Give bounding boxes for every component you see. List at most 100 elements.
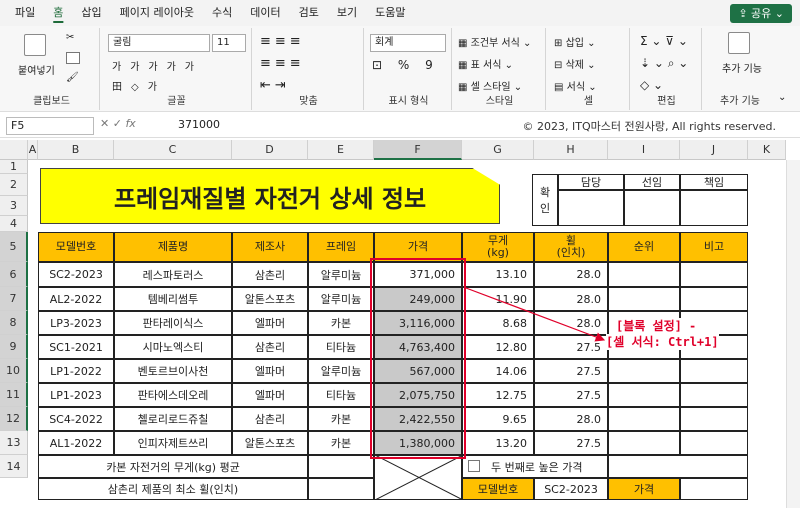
paste-button[interactable]: 붙여넣기 xyxy=(18,62,55,77)
table-cell[interactable]: AL2-2022 xyxy=(38,287,114,311)
table-cell[interactable]: SC2-2023 xyxy=(38,262,114,287)
addins-icon[interactable] xyxy=(728,32,750,54)
column-header-h[interactable]: H xyxy=(534,140,608,160)
table-cell[interactable]: 13.10 xyxy=(462,262,534,287)
column-header-e[interactable]: E xyxy=(308,140,374,160)
table-cell[interactable]: 알루미늄 xyxy=(308,262,374,287)
table-cell[interactable]: 벤토르브이사천 xyxy=(114,359,232,383)
row-header-10[interactable]: 10 xyxy=(0,359,28,383)
column-header-b[interactable]: B xyxy=(38,140,114,160)
table-cell[interactable]: 28.0 xyxy=(534,407,608,431)
row-header-14[interactable]: 14 xyxy=(0,455,28,478)
table-cell[interactable]: 알톤스포츠 xyxy=(232,287,308,311)
tab-help[interactable]: 도움말 xyxy=(366,0,414,26)
row-header-12[interactable]: 12 xyxy=(0,407,28,431)
tab-formulas[interactable]: 수식 xyxy=(203,0,241,26)
column-header-f[interactable]: F xyxy=(374,140,462,160)
table-cell[interactable]: LP3-2023 xyxy=(38,311,114,335)
font-name-select[interactable]: 굴림 xyxy=(108,34,210,52)
row-header-5[interactable]: 5 xyxy=(0,232,28,262)
table-cell[interactable]: 인피자제트쓰리 xyxy=(114,431,232,455)
table-cell[interactable]: 티타늄 xyxy=(308,383,374,407)
font-style-buttons[interactable]: 가가가가가 xyxy=(112,58,203,73)
font-color-buttons[interactable]: 田◇가 xyxy=(112,78,166,93)
table-cell[interactable]: 카본 xyxy=(308,407,374,431)
table-cell[interactable] xyxy=(680,431,748,455)
cell-style-button[interactable]: ▦ 셀 스타일 ⌄ xyxy=(458,78,522,93)
table-cell[interactable] xyxy=(608,262,680,287)
column-header-k[interactable]: K xyxy=(748,140,786,160)
row-header-13[interactable]: 13 xyxy=(0,431,28,455)
table-cell[interactable]: 27.5 xyxy=(534,383,608,407)
table-cell[interactable]: 삼촌리 xyxy=(232,407,308,431)
format-cells-button[interactable]: ▤ 서식 ⌄ xyxy=(554,78,597,93)
table-cell[interactable]: 14.06 xyxy=(462,359,534,383)
table-cell[interactable]: 판타레이식스 xyxy=(114,311,232,335)
approval-sign-2[interactable] xyxy=(680,190,748,226)
copy-icon[interactable] xyxy=(66,52,80,64)
approval-sign-0[interactable] xyxy=(558,190,624,226)
indent-icons[interactable]: ⇤⇥ xyxy=(260,78,290,93)
table-cell[interactable]: 13.20 xyxy=(462,431,534,455)
table-cell[interactable]: 삼촌리 xyxy=(232,262,308,287)
table-cell[interactable]: 371,000 xyxy=(374,262,462,287)
row-header-2[interactable]: 2 xyxy=(0,174,28,196)
column-header-c[interactable]: C xyxy=(114,140,232,160)
table-cell[interactable]: 카본 xyxy=(308,431,374,455)
row-header-11[interactable]: 11 xyxy=(0,383,28,407)
table-cell[interactable] xyxy=(680,407,748,431)
table-cell[interactable]: 2,422,550 xyxy=(374,407,462,431)
name-box[interactable]: F5 xyxy=(6,117,94,135)
column-header-i[interactable]: I xyxy=(608,140,680,160)
table-cell[interactable] xyxy=(608,383,680,407)
insert-cells-button[interactable]: ⊞ 삽입 ⌄ xyxy=(554,34,596,49)
percent-icons[interactable]: ⊡ % 9 xyxy=(372,58,439,72)
table-cell[interactable]: AL1-2022 xyxy=(38,431,114,455)
tab-data[interactable]: 데이터 xyxy=(241,0,289,26)
table-cell[interactable]: 첼로리로드쥬칠 xyxy=(114,407,232,431)
table-cell[interactable]: 알루미늄 xyxy=(308,287,374,311)
table-cell[interactable]: 27.5 xyxy=(534,359,608,383)
price-value[interactable] xyxy=(680,478,748,500)
model-value[interactable]: SC2-2023 xyxy=(534,478,608,500)
row-header-6[interactable]: 6 xyxy=(0,262,28,287)
table-cell[interactable]: 28.0 xyxy=(534,262,608,287)
table-cell[interactable]: 템베리썸투 xyxy=(114,287,232,311)
align-icons-top[interactable]: ≡≡≡ xyxy=(260,34,305,49)
table-cell[interactable] xyxy=(680,359,748,383)
table-cell[interactable] xyxy=(608,407,680,431)
table-cell[interactable]: 27.5 xyxy=(534,431,608,455)
table-cell[interactable] xyxy=(680,383,748,407)
table-cell[interactable]: 알톤스포츠 xyxy=(232,431,308,455)
font-size-select[interactable]: 11 xyxy=(212,34,246,52)
table-cell[interactable]: 27.5 xyxy=(534,335,608,359)
fx-icon[interactable]: ✕ ✓ fx xyxy=(100,117,136,130)
vertical-scrollbar[interactable] xyxy=(786,160,800,508)
table-cell[interactable]: 알루미늄 xyxy=(308,359,374,383)
table-cell[interactable]: 9.65 xyxy=(462,407,534,431)
table-cell[interactable] xyxy=(608,431,680,455)
table-cell[interactable]: 2,075,750 xyxy=(374,383,462,407)
number-format-select[interactable]: 회계 xyxy=(370,34,446,52)
table-cell[interactable] xyxy=(608,359,680,383)
table-cell[interactable]: 판타에스데오레 xyxy=(114,383,232,407)
row-header-8[interactable]: 8 xyxy=(0,311,28,335)
autosum-icon[interactable]: Σ ⌄ ⊽ ⌄ xyxy=(640,34,688,48)
table-cell[interactable]: 28.0 xyxy=(534,311,608,335)
table-cell[interactable]: 12.75 xyxy=(462,383,534,407)
format-painter-icon[interactable]: 🖌 xyxy=(66,72,79,83)
table-cell[interactable] xyxy=(608,287,680,311)
column-header-a[interactable]: A xyxy=(28,140,38,160)
second-price-value[interactable] xyxy=(608,455,748,478)
tab-page-layout[interactable]: 페이지 레이아웃 xyxy=(111,0,203,26)
row-header-3[interactable]: 3 xyxy=(0,196,28,216)
format-table-button[interactable]: ▦ 표 서식 ⌄ xyxy=(458,56,513,71)
table-cell[interactable]: 시마노엑스티 xyxy=(114,335,232,359)
table-cell[interactable]: LP1-2023 xyxy=(38,383,114,407)
select-all-corner[interactable] xyxy=(0,140,28,160)
delete-cells-button[interactable]: ⊟ 삭제 ⌄ xyxy=(554,56,596,71)
share-button[interactable]: ⇪ 공유 ⌄ xyxy=(730,4,792,23)
tab-file[interactable]: 파일 xyxy=(6,0,44,26)
table-cell[interactable]: 1,380,000 xyxy=(374,431,462,455)
table-cell[interactable]: 4,763,400 xyxy=(374,335,462,359)
